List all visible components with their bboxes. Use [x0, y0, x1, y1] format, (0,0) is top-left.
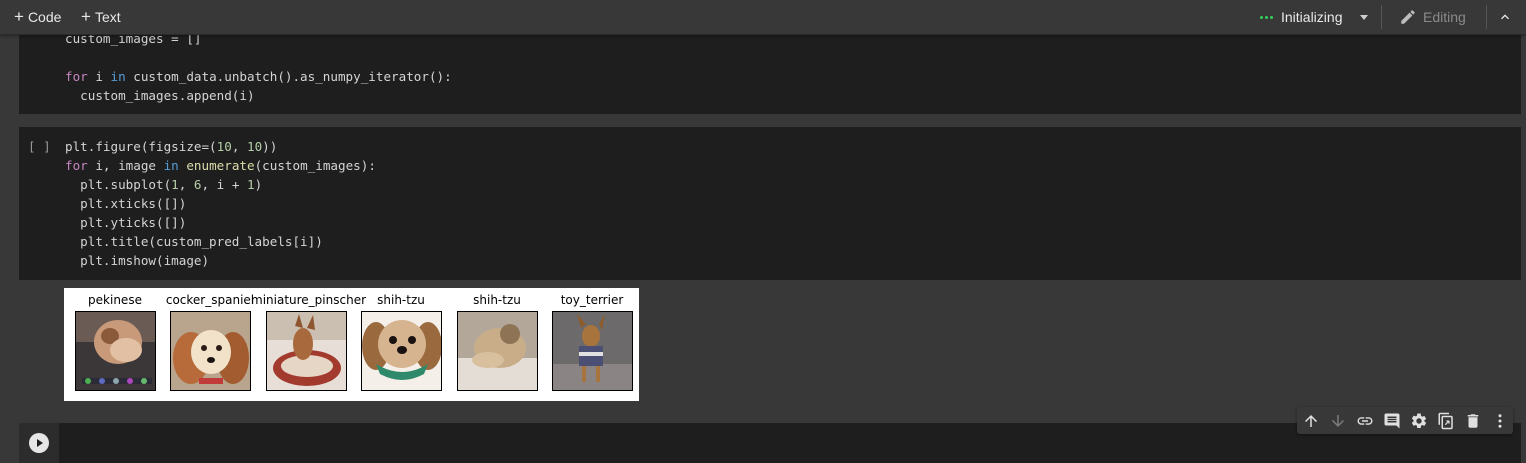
code-line: plt.figure(figsize=(10, 10)): [65, 139, 278, 154]
pencil-icon: [1401, 10, 1415, 24]
dog-photo-icon: [170, 311, 251, 391]
subplot-title: toy_terrier: [560, 293, 624, 307]
add-text-label: Text: [94, 9, 121, 25]
arrow-down-icon: [1331, 414, 1344, 427]
more-vert-icon: [1498, 413, 1501, 428]
arrow-up-icon: [1304, 414, 1317, 427]
dog-photo-icon: [361, 311, 442, 391]
subplot-title: cocker_spaniel: [165, 293, 255, 307]
comment-icon: [1384, 413, 1399, 428]
mirror-cell-icon: [1438, 412, 1453, 429]
move-cell-down-button[interactable]: [1329, 412, 1347, 430]
code-line: for i in custom_data.unbatch().as_numpy_…: [65, 69, 452, 84]
add-comment-button[interactable]: [1383, 412, 1401, 430]
runtime-status-button[interactable]: Initializing: [1260, 7, 1369, 27]
cell-settings-button[interactable]: [1410, 412, 1428, 430]
gear-icon: [1411, 412, 1426, 428]
link-icon: [1357, 416, 1372, 425]
editing-mode-button[interactable]: Editing: [1399, 7, 1466, 27]
run-cell-button[interactable]: [29, 433, 49, 453]
add-text-button[interactable]: + Text: [81, 7, 121, 27]
plus-icon: +: [14, 7, 24, 26]
dog-photo-icon: [457, 311, 538, 391]
subplot-title: shih-tzu: [377, 293, 425, 307]
matplotlib-figure-output: pekinese cocker_spaniel miniature_pinsch…: [64, 288, 639, 401]
copy-link-button[interactable]: [1356, 412, 1374, 430]
code-line: plt.yticks([]): [65, 215, 187, 230]
subplot-title: miniature_pinscher: [251, 293, 367, 307]
code-line: custom_images.append(i): [65, 88, 255, 103]
code-line: plt.xticks([]): [65, 196, 187, 211]
subplot-title: pekinese: [88, 293, 142, 307]
chevron-down-icon: [1360, 14, 1369, 20]
code-line: for i, image in enumerate(custom_images)…: [65, 158, 376, 173]
dog-photo-icon: [266, 311, 347, 391]
add-code-button[interactable]: + Code: [14, 7, 61, 27]
subplot-title: shih-tzu: [473, 293, 521, 307]
delete-cell-button[interactable]: [1464, 412, 1482, 430]
code-cell-empty[interactable]: [19, 423, 1521, 463]
dog-photo-icon: [75, 311, 156, 391]
toolbar-divider: [1381, 5, 1382, 29]
plus-icon: +: [81, 7, 91, 26]
more-actions-button[interactable]: [1491, 412, 1509, 430]
loading-dots-icon: [1260, 15, 1273, 19]
chevron-up-icon: [1501, 14, 1509, 20]
notebook-toolbar: + Code + Text Initializing Editing: [0, 0, 1526, 35]
trash-icon: [1467, 413, 1478, 428]
code-line: plt.title(custom_pred_labels[i]): [65, 234, 323, 249]
execution-count[interactable]: [ ]: [28, 139, 51, 154]
code-editor[interactable]: custom_images = [] for i in custom_data.…: [65, 29, 452, 105]
code-line: plt.subplot(1, 6, i + 1): [65, 177, 263, 192]
cell-toolbar: [1297, 407, 1513, 434]
runtime-status-label: Initializing: [1281, 9, 1343, 25]
code-editor[interactable]: plt.figure(figsize=(10, 10)) for i, imag…: [65, 137, 376, 270]
collapse-header-button[interactable]: [1496, 9, 1514, 25]
add-code-label: Code: [27, 9, 62, 25]
move-cell-up-button[interactable]: [1302, 412, 1320, 430]
dog-photo-icon: [552, 311, 633, 391]
toolbar-divider: [1486, 5, 1487, 29]
play-icon: [37, 439, 43, 447]
code-line: plt.imshow(image): [65, 253, 210, 268]
mirror-cell-button[interactable]: [1437, 412, 1455, 430]
editing-label: Editing: [1423, 9, 1466, 25]
